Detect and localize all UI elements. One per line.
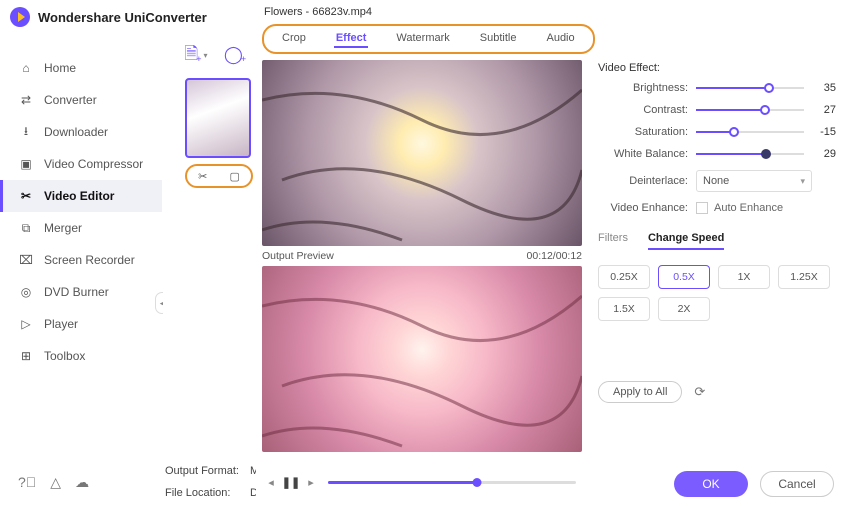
sidebar-item-label: Player [44,317,78,331]
speed-2x[interactable]: 2X [658,297,710,321]
speed-1-5x[interactable]: 1.5X [598,297,650,321]
thumbnail-actions: ✂ ▢ [185,164,253,188]
sidebar-item-label: Video Editor [44,189,114,203]
reset-icon[interactable]: ⟳ [694,384,705,400]
sidebar-item-toolbox[interactable]: ⊞ Toolbox [0,340,162,372]
subtab-filters[interactable]: Filters [598,232,628,250]
deinterlace-dropdown[interactable]: None ▾ [696,170,812,192]
brightness-slider[interactable] [696,87,804,89]
converter-icon: ⇄ [18,92,34,108]
home-icon: ⌂ [18,60,34,76]
saturation-label: Saturation: [598,126,688,138]
sidebar-item-label: Downloader [44,125,108,139]
sidebar-item-label: Video Compressor [44,157,143,171]
dialog-title: Flowers - 66823v.mp4 [256,2,842,24]
add-file-button[interactable]: 🗎+▾ [185,44,207,66]
brightness-label: Brightness: [598,82,688,94]
sidebar-item-label: DVD Burner [44,285,109,299]
sidebar-item-label: Screen Recorder [44,253,135,267]
output-preview [262,266,582,452]
sidebar-item-player[interactable]: ▷ Player [0,308,162,340]
merger-icon: ⧉ [18,220,34,236]
player-icon: ▷ [18,316,34,332]
video-thumbnail[interactable] [185,78,251,158]
speed-0-5x[interactable]: 0.5X [658,265,710,289]
deinterlace-value: None [703,175,729,187]
saturation-value: -15 [812,126,836,138]
sidebar-item-merger[interactable]: ⧉ Merger [0,212,162,244]
bell-icon[interactable]: △ [50,474,61,491]
ok-button[interactable]: OK [674,471,748,497]
playback-slider[interactable] [328,481,576,484]
contrast-label: Contrast: [598,104,688,116]
sidebar: ⌂ Home ⇄ Converter ⭳ Downloader ▣ Video Comp… [0,34,163,507]
auto-enhance-checkbox[interactable] [696,202,708,214]
tab-watermark[interactable]: Watermark [394,30,451,48]
preview-time: 00:12/00:12 [527,250,582,262]
feedback-icon[interactable]: ☁ [75,474,89,491]
trim-icon[interactable]: ✂ [198,170,207,183]
toolbox-icon: ⊞ [18,348,34,364]
white-balance-slider[interactable] [696,153,804,155]
speed-options: 0.25X 0.5X 1X 1.25X 1.5X 2X [598,265,836,321]
next-frame-icon[interactable]: ▸ [302,473,320,491]
sidebar-item-downloader[interactable]: ⭳ Downloader [0,116,162,148]
saturation-slider[interactable] [696,131,804,133]
original-preview [262,60,582,246]
sidebar-item-converter[interactable]: ⇄ Converter [0,84,162,116]
output-format-label: Output Format: [165,465,250,477]
playback-controls: ◂ ❚❚ ▸ [262,473,582,491]
deinterlace-label: Deinterlace: [598,175,688,187]
sidebar-item-home[interactable]: ⌂ Home [0,52,162,84]
contrast-value: 27 [812,104,836,116]
chevron-down-icon: ▾ [800,176,805,187]
sidebar-item-recorder[interactable]: ⌧ Screen Recorder [0,244,162,276]
sidebar-item-dvd[interactable]: ◎ DVD Burner [0,276,162,308]
video-enhance-label: Video Enhance: [598,202,688,214]
file-location-label: File Location: [165,487,250,499]
preview-label: Output Preview [262,250,334,262]
tab-effect[interactable]: Effect [334,30,369,48]
help-icon[interactable]: ?⃝ [18,474,36,491]
sidebar-item-editor[interactable]: ✂ Video Editor [0,180,162,212]
sidebar-item-compressor[interactable]: ▣ Video Compressor [0,148,162,180]
downloader-icon: ⭳ [18,124,34,140]
auto-enhance-label: Auto Enhance [714,202,783,214]
crop-icon[interactable]: ▢ [230,170,240,183]
speed-0-25x[interactable]: 0.25X [598,265,650,289]
recorder-icon: ⌧ [18,252,34,268]
tab-subtitle[interactable]: Subtitle [478,30,519,48]
add-url-button[interactable]: ◯+ [225,44,247,66]
editor-tabs: Crop Effect Watermark Subtitle Audio [262,24,595,54]
tab-crop[interactable]: Crop [280,30,308,48]
sidebar-item-label: Toolbox [44,349,85,363]
compressor-icon: ▣ [18,156,34,172]
dvd-icon: ◎ [18,284,34,300]
cancel-button[interactable]: Cancel [760,471,834,497]
prev-frame-icon[interactable]: ◂ [262,473,280,491]
white-balance-label: White Balance: [598,148,688,160]
video-effect-title: Video Effect: [598,62,836,74]
tab-audio[interactable]: Audio [544,30,576,48]
pause-icon[interactable]: ❚❚ [282,473,300,491]
sidebar-item-label: Merger [44,221,82,235]
app-logo-icon [10,7,30,27]
sidebar-item-label: Home [44,61,76,75]
apply-to-all-button[interactable]: Apply to All [598,381,682,403]
subtab-change-speed[interactable]: Change Speed [648,232,724,250]
editor-dialog: Flowers - 66823v.mp4 Crop Effect Waterma… [256,2,842,503]
speed-1x[interactable]: 1X [718,265,770,289]
contrast-slider[interactable] [696,109,804,111]
speed-1-25x[interactable]: 1.25X [778,265,830,289]
brightness-value: 35 [812,82,836,94]
sidebar-item-label: Converter [44,93,97,107]
white-balance-value: 29 [812,148,836,160]
app-title: Wondershare UniConverter [38,10,207,25]
editor-icon: ✂ [18,188,34,204]
